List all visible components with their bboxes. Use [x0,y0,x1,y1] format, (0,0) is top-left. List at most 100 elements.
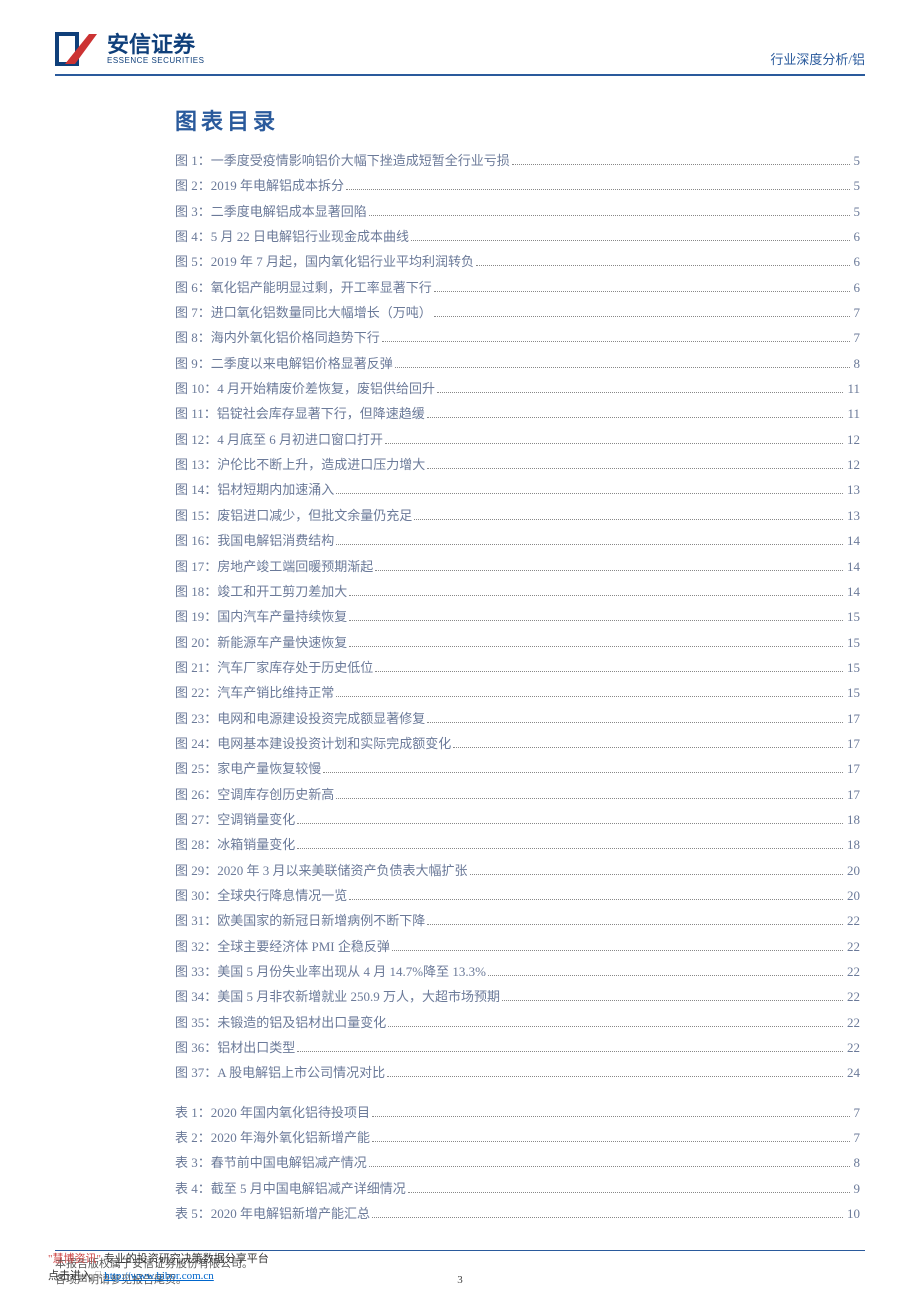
toc-entry[interactable]: 图 13：沪伦比不断上升，造成进口压力增大12 [175,452,860,477]
toc-leader-dots [382,341,850,342]
toc-entry[interactable]: 图 21：汽车厂家库存处于历史低位15 [175,655,860,680]
watermark-link-label: 点击进入 [48,1270,92,1282]
toc-leader-dots [349,646,843,647]
toc-entry-label: 图 22：汽车产销比维持正常 [175,680,334,705]
toc-entry-label: 图 35：未锻造的铝及铝材出口量变化 [175,1010,386,1035]
toc-tables-list: 表 1：2020 年国内氧化铝待投项目7表 2：2020 年海外氧化铝新增产能7… [175,1100,860,1227]
toc-entry[interactable]: 图 6：氧化铝产能明显过剩，开工率显著下行6 [175,275,860,300]
toc-entry-page: 17 [847,782,860,807]
toc-entry-page: 8 [854,1150,861,1175]
toc-entry-label: 图 2：2019 年电解铝成本拆分 [175,173,344,198]
toc-entry[interactable]: 图 29：2020 年 3 月以来美联储资产负债表大幅扩张20 [175,858,860,883]
toc-entry[interactable]: 图 22：汽车产销比维持正常15 [175,680,860,705]
toc-entry[interactable]: 图 37：A 股电解铝上市公司情况对比24 [175,1060,860,1085]
toc-entry-page: 7 [854,325,861,350]
toc-entry[interactable]: 图 31：欧美国家的新冠日新增病例不断下降22 [175,908,860,933]
toc-entry-page: 22 [847,1035,860,1060]
toc-entry[interactable]: 表 3：春节前中国电解铝减产情况8 [175,1150,860,1175]
toc-leader-dots [297,823,843,824]
toc-entry-page: 5 [854,148,861,173]
toc-entry-page: 11 [847,401,860,426]
toc-entry[interactable]: 图 34：美国 5 月非农新增就业 250.9 万人，大超市场预期22 [175,984,860,1009]
doc-category: 行业深度分析/铝 [770,49,865,68]
toc-entry[interactable]: 图 1：一季度受疫情影响铝价大幅下挫造成短暂全行业亏损 5 [175,148,860,173]
toc-entry-label: 图 6：氧化铝产能明显过剩，开工率显著下行 [175,275,432,300]
toc-leader-dots [453,747,843,748]
toc-entry[interactable]: 图 28：冰箱销量变化18 [175,832,860,857]
cursor-icon: ☟ [95,1270,102,1282]
toc-entry[interactable]: 图 4：5 月 22 日电解铝行业现金成本曲线6 [175,224,860,249]
toc-entry-label: 图 18：竣工和开工剪刀差加大 [175,579,347,604]
toc-entry[interactable]: 图 11：铝锭社会库存显著下行，但降速趋缓 11 [175,401,860,426]
toc-entry-label: 图 21：汽车厂家库存处于历史低位 [175,655,373,680]
toc-entry[interactable]: 图 7：进口氧化铝数量同比大幅增长（万吨）7 [175,300,860,325]
toc-entry-label: 图 33：美国 5 月份失业率出现从 4 月 14.7%降至 13.3% [175,959,486,984]
toc-entry[interactable]: 图 18：竣工和开工剪刀差加大14 [175,579,860,604]
toc-entry[interactable]: 图 2：2019 年电解铝成本拆分 5 [175,173,860,198]
toc-entry[interactable]: 图 15：废铝进口减少，但批文余量仍充足13 [175,503,860,528]
toc-leader-dots [512,164,850,165]
toc-entry-label: 图 11：铝锭社会库存显著下行，但降速趋缓 [175,401,425,426]
toc-entry-page: 5 [854,173,861,198]
toc-leader-dots [336,493,843,494]
toc-entry[interactable]: 图 12：4 月底至 6 月初进口窗口打开12 [175,427,860,452]
toc-entry-page: 24 [847,1060,860,1085]
toc-entry[interactable]: 图 32：全球主要经济体 PMI 企稳反弹22 [175,934,860,959]
toc-entry-page: 15 [847,604,860,629]
toc-entry[interactable]: 图 20：新能源车产量快速恢复15 [175,630,860,655]
toc-entry-label: 图 13：沪伦比不断上升，造成进口压力增大 [175,452,425,477]
toc-entry[interactable]: 图 24：电网基本建设投资计划和实际完成额变化17 [175,731,860,756]
toc-entry[interactable]: 图 3：二季度电解铝成本显著回陷5 [175,199,860,224]
toc-entry-label: 图 8：海内外氧化铝价格同趋势下行 [175,325,380,350]
toc-leader-dots [388,1026,843,1027]
toc-entry-label: 图 3：二季度电解铝成本显著回陷 [175,199,367,224]
toc-entry-label: 图 9：二季度以来电解铝价格显著反弹 [175,351,393,376]
toc-entry-page: 17 [847,756,860,781]
toc-entry-page: 20 [847,858,860,883]
toc-entry[interactable]: 表 2：2020 年海外氧化铝新增产能7 [175,1125,860,1150]
toc-entry[interactable]: 图 30：全球央行降息情况一览20 [175,883,860,908]
toc-entry[interactable]: 图 17：房地产竣工端回暖预期渐起14 [175,554,860,579]
toc-leader-dots [470,874,843,875]
toc-leader-dots [476,265,849,266]
toc-entry-page: 17 [847,706,860,731]
toc-entry[interactable]: 图 10：4 月开始精废价差恢复，废铝供给回升11 [175,376,860,401]
toc-entry-page: 8 [854,351,861,376]
toc-entry-label: 图 23：电网和电源建设投资完成额显著修复 [175,706,425,731]
watermark-link[interactable]: http://www.hibor.com.cn [104,1270,214,1282]
toc-heading: 图表目录 [175,104,860,136]
toc-entry[interactable]: 表 5：2020 年电解铝新增产能汇总10 [175,1201,860,1226]
toc-entry[interactable]: 图 25：家电产量恢复较慢17 [175,756,860,781]
toc-entry[interactable]: 表 4：截至 5 月中国电解铝减产详细情况9 [175,1176,860,1201]
toc-leader-dots [408,1192,850,1193]
toc-entry[interactable]: 图 8：海内外氧化铝价格同趋势下行 7 [175,325,860,350]
toc-entry-page: 7 [854,300,861,325]
toc-entry-label: 图 10：4 月开始精废价差恢复，废铝供给回升 [175,376,435,401]
toc-entry-label: 图 14：铝材短期内加速涌入 [175,477,334,502]
toc-leader-dots [323,772,843,773]
toc-entry[interactable]: 图 16：我国电解铝消费结构14 [175,528,860,553]
toc-entry[interactable]: 表 1：2020 年国内氧化铝待投项目7 [175,1100,860,1125]
logo-icon [55,30,99,68]
toc-leader-dots [427,924,843,925]
toc-entry[interactable]: 图 19：国内汽车产量持续恢复15 [175,604,860,629]
toc-entry[interactable]: 图 9：二季度以来电解铝价格显著反弹 8 [175,351,860,376]
toc-entry-label: 图 31：欧美国家的新冠日新增病例不断下降 [175,908,425,933]
toc-entry-page: 14 [847,528,860,553]
toc-entry[interactable]: 图 36：铝材出口类型22 [175,1035,860,1060]
toc-entry[interactable]: 图 5：2019 年 7 月起，国内氧化铝行业平均利润转负6 [175,249,860,274]
toc-entry-page: 22 [847,959,860,984]
toc-entry[interactable]: 图 14：铝材短期内加速涌入13 [175,477,860,502]
toc-entry-label: 表 5：2020 年电解铝新增产能汇总 [175,1201,370,1226]
toc-entry[interactable]: 图 35：未锻造的铝及铝材出口量变化 22 [175,1010,860,1035]
toc-entry[interactable]: 图 23：电网和电源建设投资完成额显著修复 17 [175,706,860,731]
toc-entry[interactable]: 图 33：美国 5 月份失业率出现从 4 月 14.7%降至 13.3% 22 [175,959,860,984]
toc-entry-label: 图 28：冰箱销量变化 [175,832,295,857]
toc-entry-page: 22 [847,1010,860,1035]
toc-entry-page: 13 [847,503,860,528]
toc-entry[interactable]: 图 27：空调销量变化18 [175,807,860,832]
toc-leader-dots [297,1051,843,1052]
toc-entry-label: 图 1：一季度受疫情影响铝价大幅下挫造成短暂全行业亏损 [175,148,510,173]
toc-leader-dots [434,291,850,292]
toc-entry[interactable]: 图 26：空调库存创历史新高17 [175,782,860,807]
